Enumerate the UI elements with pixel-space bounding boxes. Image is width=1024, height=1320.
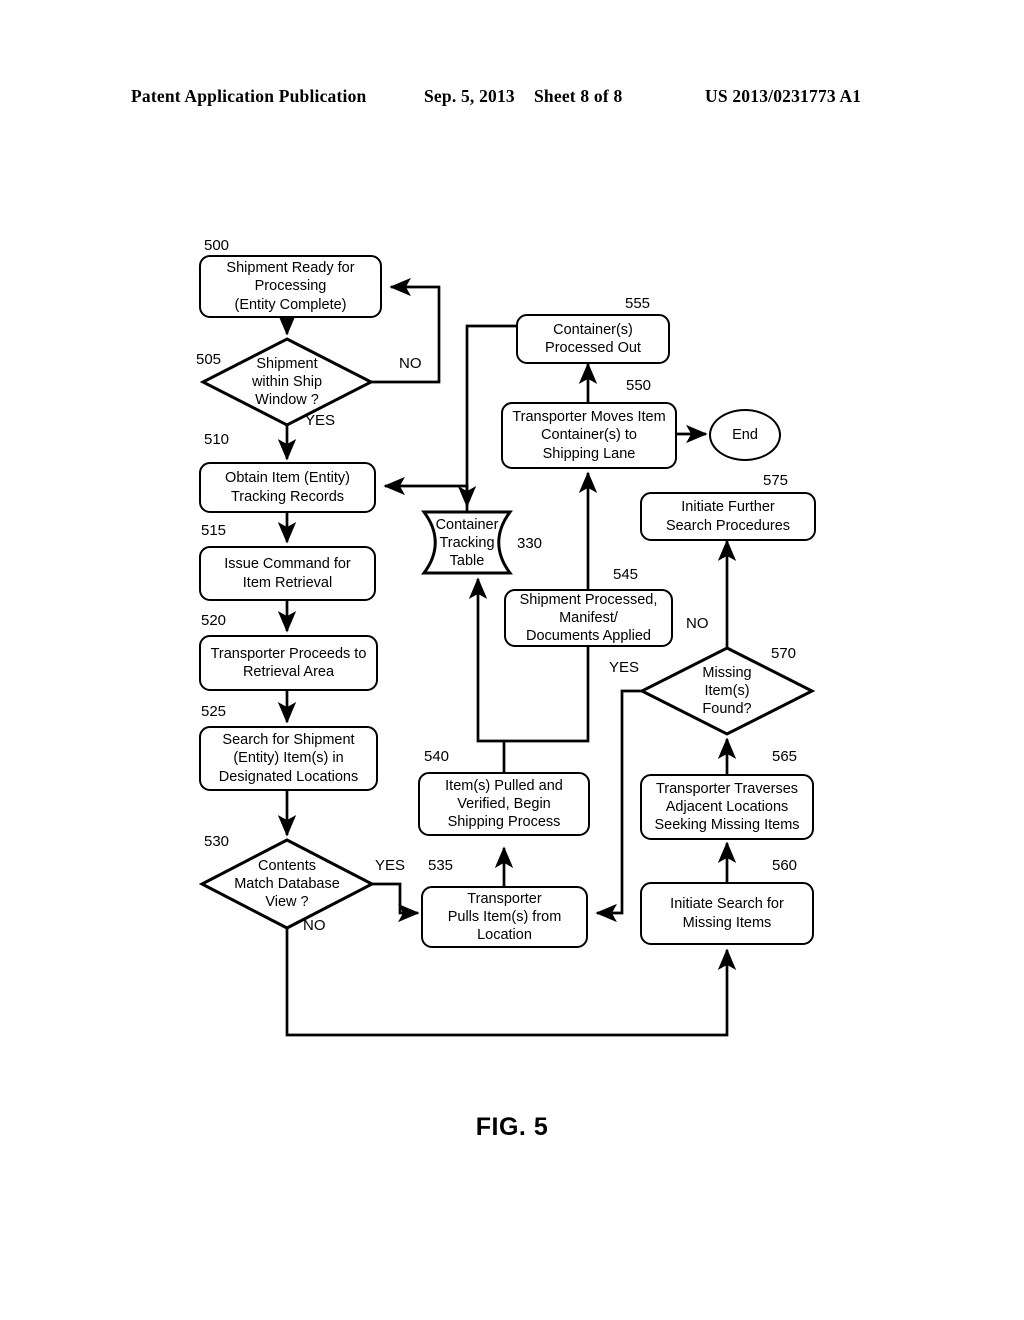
- edge-330-to-510: [383, 476, 469, 512]
- node-515-label: Issue Command for Item Retrieval: [224, 556, 351, 591]
- node-535-label: Transporter Pulls Item(s) from Location: [447, 890, 562, 944]
- node-575-initiate-further-search: Initiate Further Search Procedures: [640, 492, 816, 541]
- ref-530: 530: [204, 833, 230, 850]
- node-570-missing-items-found-decision: Missing Item(s) Found?: [663, 660, 791, 722]
- ref-525: 525: [201, 703, 227, 720]
- ref-505: 505: [196, 351, 222, 368]
- node-500-label: Shipment Ready for Processing (Entity Comp…: [226, 260, 355, 313]
- node-525-label: Search for Shipment (Entity) Item(s) in De…: [218, 732, 359, 785]
- ref-560: 560: [772, 857, 798, 874]
- edge-junction-to-330: [468, 577, 504, 743]
- node-545-label: Shipment Processed, Manifest/Documents Ap…: [519, 591, 658, 645]
- ref-330: 330: [517, 535, 543, 552]
- ref-510: 510: [204, 431, 230, 448]
- node-510-label: Obtain Item (Entity) Tracking Records: [225, 470, 350, 505]
- node-510-obtain-tracking-records: Obtain Item (Entity) Tracking Records: [199, 462, 376, 513]
- edge-label-570-yes: YES: [609, 659, 640, 676]
- node-545-shipment-processed: Shipment Processed, Manifest/Documents Ap…: [504, 589, 673, 647]
- node-505-ship-window-decision: Shipment within Ship Window ?: [213, 352, 361, 412]
- node-540-items-pulled-verified: Item(s) Pulled and Verified, Begin Shippin…: [418, 772, 590, 836]
- ref-545: 545: [613, 566, 639, 583]
- node-500-shipment-ready: Shipment Ready for Processing (Entity Comp…: [199, 255, 382, 318]
- node-505-label: Shipment within Ship Window ?: [251, 355, 323, 409]
- node-end-terminator: End: [709, 409, 781, 461]
- edge-label-530-no: NO: [303, 917, 326, 934]
- node-555-label: Container(s) Processed Out: [545, 321, 641, 356]
- ref-550: 550: [626, 377, 652, 394]
- node-560-initiate-search: Initiate Search for Missing Items: [640, 882, 814, 945]
- node-520-label: Transporter Proceeds to Retrieval Area: [210, 645, 367, 680]
- node-515-issue-command: Issue Command for Item Retrieval: [199, 546, 376, 601]
- node-end-label: End: [732, 426, 758, 443]
- edge-label-570-no: NO: [686, 615, 709, 632]
- node-330-label: Container Tracking Table: [435, 516, 499, 570]
- ref-540: 540: [424, 748, 450, 765]
- edge-label-505-yes: YES: [305, 412, 336, 429]
- node-330-container-tracking-table: Container Tracking Table: [429, 514, 505, 572]
- ref-520: 520: [201, 612, 227, 629]
- node-575-label: Initiate Further Search Procedures: [665, 499, 791, 534]
- edge-label-505-no: NO: [399, 355, 422, 372]
- node-560-label: Initiate Search for Missing Items: [670, 896, 784, 931]
- node-535-transporter-pulls-items: Transporter Pulls Item(s) from Location: [421, 886, 588, 948]
- node-550-transporter-moves-containers: Transporter Moves Item Container(s) to Shi…: [501, 402, 677, 469]
- node-550-label: Transporter Moves Item Container(s) to Shi…: [512, 409, 666, 462]
- ref-575: 575: [763, 472, 789, 489]
- ref-570: 570: [771, 645, 797, 662]
- node-525-search-for-shipment: Search for Shipment (Entity) Item(s) in De…: [199, 726, 378, 791]
- node-565-transporter-traverses: Transporter Traverses Adjacent Locations S…: [640, 774, 814, 840]
- node-540-label: Item(s) Pulled and Verified, Begin Shippin…: [445, 777, 563, 831]
- node-530-label: Contents Match Database View ?: [234, 857, 340, 911]
- edge-530-yes-to-535: [372, 882, 420, 923]
- edge-570-yes-to-535: [595, 689, 642, 923]
- node-570-label: Missing Item(s) Found?: [702, 664, 752, 718]
- ref-535: 535: [428, 857, 454, 874]
- node-555-containers-processed-out: Container(s) Processed Out: [516, 314, 670, 364]
- edge-label-530-yes: YES: [375, 857, 406, 874]
- ref-515: 515: [201, 522, 227, 539]
- figure-caption: FIG. 5: [475, 1113, 549, 1141]
- ref-565: 565: [772, 748, 798, 765]
- node-565-label: Transporter Traverses Adjacent Locations S…: [654, 780, 800, 834]
- node-520-transporter-proceeds: Transporter Proceeds to Retrieval Area: [199, 635, 378, 691]
- node-530-contents-match-decision: Contents Match Database View ?: [205, 855, 369, 913]
- ref-500: 500: [204, 237, 230, 254]
- ref-555: 555: [625, 295, 651, 312]
